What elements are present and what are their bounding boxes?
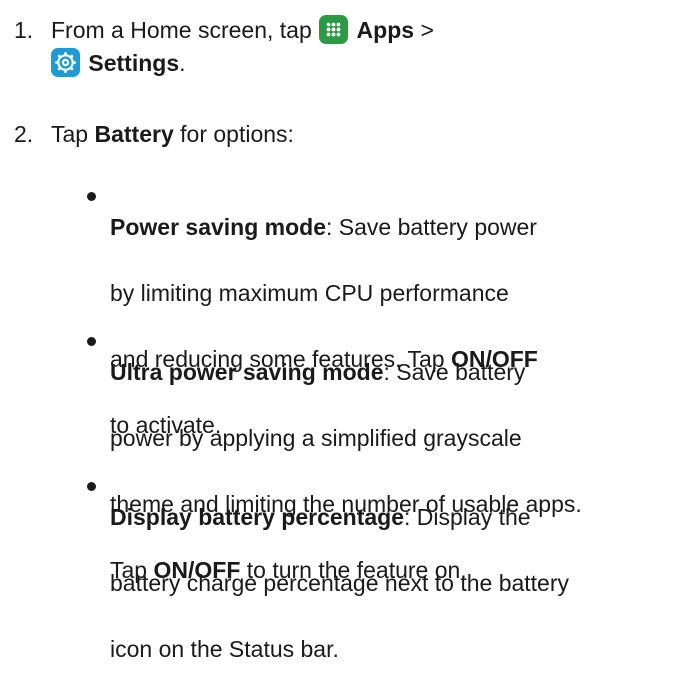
- bullet-line: battery charge percentage next to the ba…: [110, 570, 570, 596]
- bullet-line: : Save battery power: [326, 214, 537, 240]
- bullet-line: : Display the: [404, 504, 531, 530]
- bullet-display-battery-percentage: Display battery percentage: Display the …: [87, 468, 667, 699]
- bullet-line: power by applying a simplified grayscale: [110, 425, 522, 451]
- bullet-title: Display battery percentage: [110, 504, 405, 530]
- step-text: From a Home screen, tap: [51, 17, 312, 43]
- battery-label: Battery: [94, 121, 174, 147]
- bullet-dot: [87, 337, 96, 346]
- settings-gear-icon: [51, 48, 80, 77]
- bullet-dot: [87, 192, 96, 201]
- step-number: 1.: [14, 17, 34, 43]
- bullet-line: icon on the Status bar.: [110, 636, 339, 662]
- step-2: 2. Tap Battery for options:: [14, 118, 654, 151]
- bullet-line: by limiting maximum CPU performance: [110, 280, 509, 306]
- period: .: [179, 50, 186, 76]
- separator: >: [420, 17, 434, 43]
- bullet-title: Ultra power saving mode: [110, 359, 384, 385]
- instruction-document: 1. From a Home screen, tap Apps > Settin…: [0, 0, 675, 662]
- step-number: 2.: [14, 121, 34, 147]
- bullet-dot: [87, 482, 96, 491]
- step-1: 1. From a Home screen, tap Apps > Settin…: [14, 14, 654, 80]
- apps-grid-icon: [319, 15, 349, 44]
- settings-label: Settings: [88, 50, 180, 76]
- step-text: Tap: [51, 121, 89, 147]
- apps-label: Apps: [356, 17, 415, 43]
- step-text-after: for options:: [180, 121, 294, 147]
- bullet-line: : Save battery: [383, 359, 526, 385]
- bullet-title: Power saving mode: [110, 214, 327, 240]
